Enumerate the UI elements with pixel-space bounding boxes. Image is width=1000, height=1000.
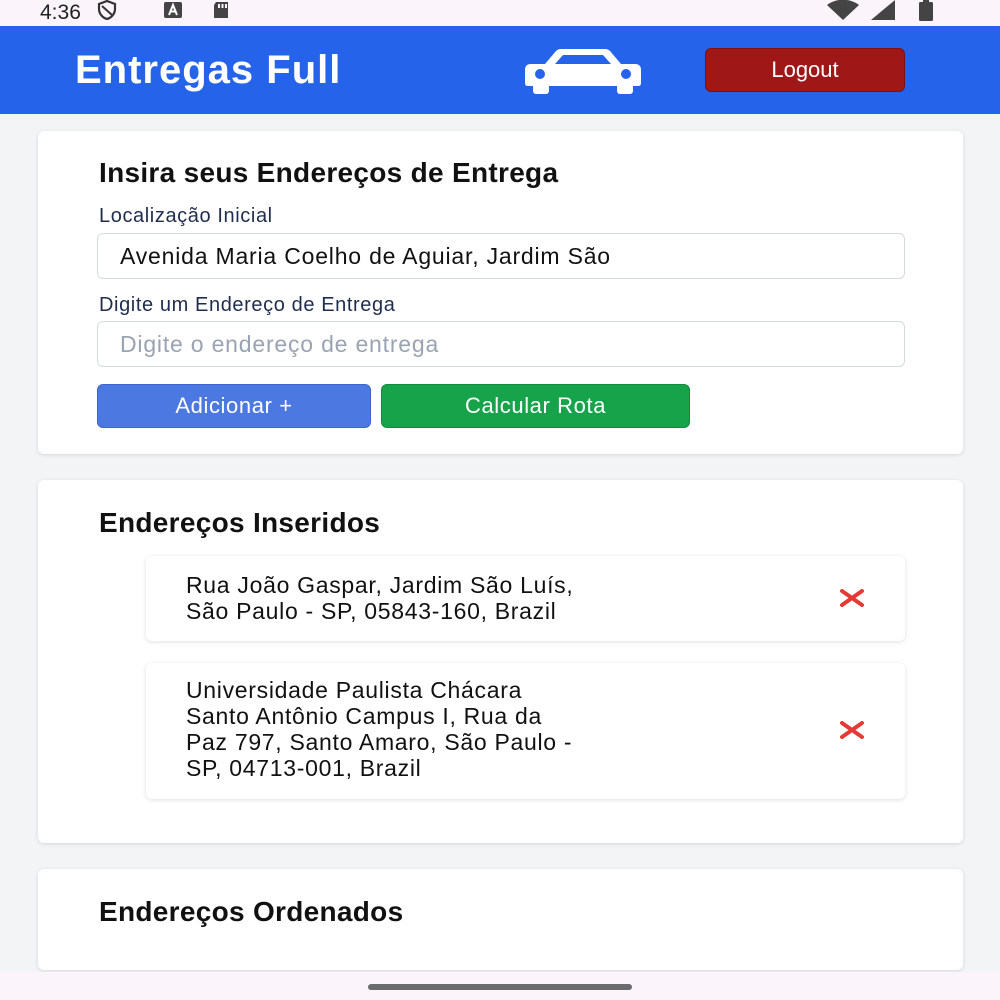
calculate-route-button[interactable]: Calcular Rota bbox=[381, 384, 690, 428]
wifi-icon bbox=[826, 0, 860, 27]
address-line: Rua João Gaspar, Jardim São Luís, bbox=[186, 572, 574, 598]
start-location-label: Localização Inicial bbox=[99, 205, 273, 227]
address-text: Rua João Gaspar, Jardim São Luís, São Pa… bbox=[186, 572, 806, 624]
logout-button[interactable]: Logout bbox=[705, 48, 905, 92]
address-form-card: Insira seus Endereços de Entrega Localiz… bbox=[38, 131, 963, 454]
battery-icon bbox=[918, 0, 934, 27]
app-title: Entregas Full bbox=[75, 48, 342, 92]
list-item: Rua João Gaspar, Jardim São Luís, São Pa… bbox=[146, 556, 905, 641]
address-line: Paz 797, Santo Amaro, São Paulo - bbox=[186, 729, 573, 755]
address-line: Santo Antônio Campus I, Rua da bbox=[186, 703, 542, 729]
address-line: SP, 04713-001, Brazil bbox=[186, 755, 422, 781]
form-title: Insira seus Endereços de Entrega bbox=[99, 157, 559, 188]
app-header: Entregas Full Logout bbox=[0, 26, 1000, 114]
status-bar-left: 4:36 bbox=[40, 0, 231, 26]
signal-icon bbox=[870, 0, 896, 27]
navigation-bar bbox=[0, 972, 1000, 1000]
inserted-addresses-title: Endereços Inseridos bbox=[99, 507, 381, 538]
delivery-address-input[interactable] bbox=[97, 321, 905, 367]
list-item: Universidade Paulista Chácara Santo Antô… bbox=[146, 663, 905, 799]
ordered-addresses-card: Endereços Ordenados bbox=[38, 869, 963, 970]
close-icon[interactable] bbox=[839, 589, 865, 612]
add-address-button[interactable]: Adicionar + bbox=[97, 384, 371, 428]
address-line: São Paulo - SP, 05843-160, Brazil bbox=[186, 598, 557, 624]
inserted-addresses-card: Endereços Inseridos Rua João Gaspar, Jar… bbox=[38, 480, 963, 843]
delivery-address-label: Digite um Endereço de Entrega bbox=[99, 294, 396, 316]
status-bar: 4:36 bbox=[0, 0, 1000, 26]
a-notification-icon bbox=[163, 1, 183, 25]
car-icon bbox=[523, 48, 643, 99]
ordered-addresses-title: Endereços Ordenados bbox=[99, 896, 404, 927]
close-icon[interactable] bbox=[839, 721, 865, 744]
status-time: 4:36 bbox=[40, 1, 81, 24]
address-text: Universidade Paulista Chácara Santo Antô… bbox=[186, 677, 806, 781]
address-line: Universidade Paulista Chácara bbox=[186, 677, 523, 703]
home-gesture-handle[interactable] bbox=[368, 984, 632, 990]
sd-card-icon bbox=[211, 0, 231, 26]
shield-icon bbox=[97, 0, 117, 26]
status-bar-right bbox=[826, 0, 934, 27]
start-location-input[interactable] bbox=[97, 233, 905, 279]
